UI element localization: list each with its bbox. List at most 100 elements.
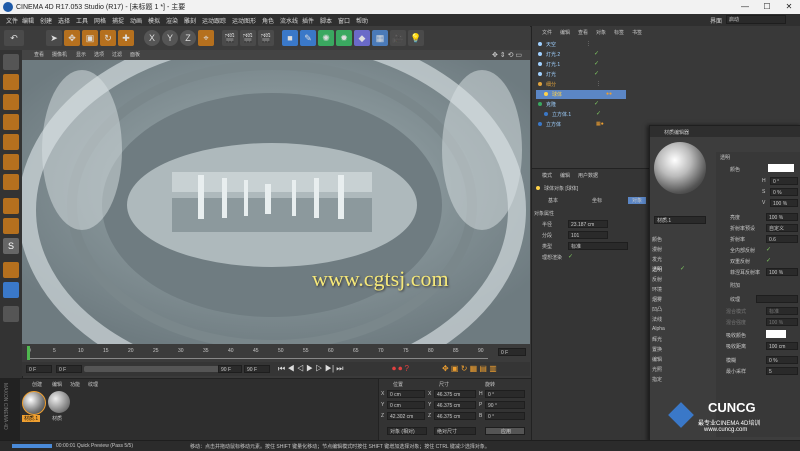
- minimize-button[interactable]: —: [734, 0, 756, 14]
- channel-reflectance[interactable]: 反射: [652, 276, 662, 283]
- workplane-icon[interactable]: [3, 114, 19, 130]
- fresnel-reflectivity-field[interactable]: 100 %: [766, 268, 798, 276]
- coordinate-system-icon[interactable]: ⌖: [198, 30, 214, 46]
- channel-glow[interactable]: 辉光: [652, 336, 662, 343]
- object-row[interactable]: 立方体.1 ✓: [536, 110, 626, 119]
- object-row[interactable]: 天空 ⋮: [536, 40, 626, 49]
- deformer-icon[interactable]: ◆: [354, 30, 370, 46]
- channel-displacement[interactable]: 置换: [652, 346, 662, 353]
- object-row[interactable]: 细分 ⋮: [536, 80, 626, 89]
- start-frame-field[interactable]: 0 F: [56, 365, 82, 373]
- material-name-field[interactable]: 材质.1: [654, 216, 706, 224]
- cloner-icon[interactable]: ✹: [336, 30, 352, 46]
- viewport-nav-icons[interactable]: ✥ ⇕ ⟲ ▭: [492, 51, 522, 59]
- timeline[interactable]: 0 5 10 15 20 25 30 35 40 45 50 55 60 65 …: [22, 344, 530, 362]
- render-view-icon[interactable]: 🎬: [222, 30, 238, 46]
- object-enabled-check[interactable]: ✓: [594, 70, 599, 77]
- texture-slot[interactable]: [756, 295, 798, 303]
- saturation-field[interactable]: 0 %: [770, 188, 798, 196]
- object-name[interactable]: 细分: [546, 81, 556, 88]
- move-icon[interactable]: ✥: [64, 30, 80, 46]
- menu-script[interactable]: 脚本: [320, 16, 332, 25]
- material-name-2[interactable]: 材质: [52, 415, 62, 422]
- value-field[interactable]: 100 %: [770, 199, 798, 207]
- object-flags[interactable]: ⋮: [596, 81, 601, 87]
- material-menu-function[interactable]: 功能: [70, 381, 80, 388]
- channel-assignment[interactable]: 指定: [652, 376, 662, 383]
- channel-alpha[interactable]: Alpha: [652, 326, 665, 332]
- object-flags[interactable]: ⋮: [586, 41, 591, 47]
- channel-normal[interactable]: 法线: [652, 316, 662, 323]
- channel-luminance[interactable]: 发光: [652, 256, 662, 263]
- object-menu-edit[interactable]: 编辑: [560, 29, 570, 36]
- maximize-button[interactable]: ☐: [756, 0, 778, 14]
- menu-mesh[interactable]: 网格: [94, 16, 106, 25]
- pen-icon[interactable]: ✎: [300, 30, 316, 46]
- refraction-field[interactable]: 0.6: [766, 235, 798, 243]
- blurriness-field[interactable]: 0 %: [766, 356, 798, 364]
- polygons-mode-icon[interactable]: [3, 174, 19, 190]
- object-row[interactable]: 克隆 ✓: [536, 100, 626, 109]
- material-swatch-1[interactable]: [22, 391, 46, 415]
- axis-y-icon[interactable]: Y: [162, 30, 178, 46]
- render-settings-icon[interactable]: 🎬: [258, 30, 274, 46]
- position-y-field[interactable]: 0 cm: [387, 401, 425, 409]
- channel-transparency[interactable]: 透明: [652, 266, 662, 273]
- axis-z-icon[interactable]: Z: [180, 30, 196, 46]
- object-menu-object[interactable]: 对象: [596, 29, 606, 36]
- channel-transparency-check[interactable]: ✓: [680, 265, 685, 272]
- axis-mode-icon[interactable]: [3, 198, 19, 214]
- record-keys-icon[interactable]: ⏺ ⏺ ?: [392, 364, 409, 374]
- object-name[interactable]: 立方体.1: [552, 111, 571, 118]
- type-select[interactable]: 标准: [568, 242, 628, 250]
- object-enabled-check[interactable]: ✓: [594, 50, 599, 57]
- object-row-selected[interactable]: 球体 ●●: [536, 90, 626, 99]
- object-name[interactable]: 灯光.1: [546, 61, 560, 68]
- menu-sculpt[interactable]: 雕刻: [184, 16, 196, 25]
- attr-menu-user-data[interactable]: 用户数据: [578, 172, 598, 179]
- object-name[interactable]: 克隆: [546, 101, 556, 108]
- end-frame-field[interactable]: 90 F: [244, 365, 270, 373]
- object-row[interactable]: 灯光.2 ✓: [536, 50, 626, 59]
- channel-fog[interactable]: 烟雾: [652, 296, 662, 303]
- object-enabled-check[interactable]: ✓: [594, 100, 599, 107]
- viewport-menu-cameras[interactable]: 摄像机: [52, 51, 67, 58]
- rotation-h-field[interactable]: 0 °: [485, 390, 525, 398]
- material-tag-icon[interactable]: ▦●: [596, 121, 604, 127]
- transparency-color-swatch[interactable]: [768, 164, 794, 172]
- points-mode-icon[interactable]: [3, 134, 19, 150]
- viewport-menu-filter[interactable]: 过滤: [112, 51, 122, 58]
- viewport-menu-panel[interactable]: 面板: [130, 51, 140, 58]
- object-row[interactable]: 立方体 ▦●: [536, 120, 626, 129]
- object-name[interactable]: 天空: [546, 41, 556, 48]
- object-row[interactable]: 灯光.1 ✓: [536, 60, 626, 69]
- object-menu-file[interactable]: 文件: [542, 29, 552, 36]
- menu-motion-tracker[interactable]: 运动跟踪: [202, 16, 226, 25]
- position-x-field[interactable]: 0 cm: [387, 390, 425, 398]
- undo-icon[interactable]: ↶: [4, 30, 24, 46]
- menu-tools[interactable]: 工具: [76, 16, 88, 25]
- material-menu-edit[interactable]: 编辑: [52, 381, 62, 388]
- material-editor-titlebar[interactable]: 材质编辑器: [650, 126, 800, 137]
- attr-menu-mode[interactable]: 模式: [542, 172, 552, 179]
- object-name[interactable]: 球体: [552, 91, 562, 98]
- hue-field[interactable]: 0 °: [770, 177, 798, 185]
- preview-range-slider[interactable]: [84, 366, 234, 372]
- viewport-menu-view[interactable]: 查看: [34, 51, 44, 58]
- channel-environment[interactable]: 环境: [652, 286, 662, 293]
- tweak-icon[interactable]: [3, 218, 19, 234]
- segments-field[interactable]: 101: [568, 231, 608, 239]
- menu-select[interactable]: 选择: [58, 16, 70, 25]
- object-enabled-check[interactable]: ✓: [594, 60, 599, 67]
- material-tag-icon[interactable]: ●●: [606, 91, 612, 97]
- axis-x-icon[interactable]: X: [144, 30, 160, 46]
- material-menu-create[interactable]: 创建: [32, 381, 42, 388]
- select-arrow-icon[interactable]: ➤: [46, 30, 62, 46]
- size-z-field[interactable]: 46.375 cm: [434, 412, 476, 420]
- material-name-1[interactable]: 材质.1: [22, 415, 41, 422]
- add-icon[interactable]: ✚: [118, 30, 134, 46]
- brightness-field[interactable]: 100 %: [766, 213, 798, 221]
- subdivision-icon[interactable]: ✺: [318, 30, 334, 46]
- object-row[interactable]: 灯光 ✓: [536, 70, 626, 79]
- channel-editor[interactable]: 编辑: [652, 356, 662, 363]
